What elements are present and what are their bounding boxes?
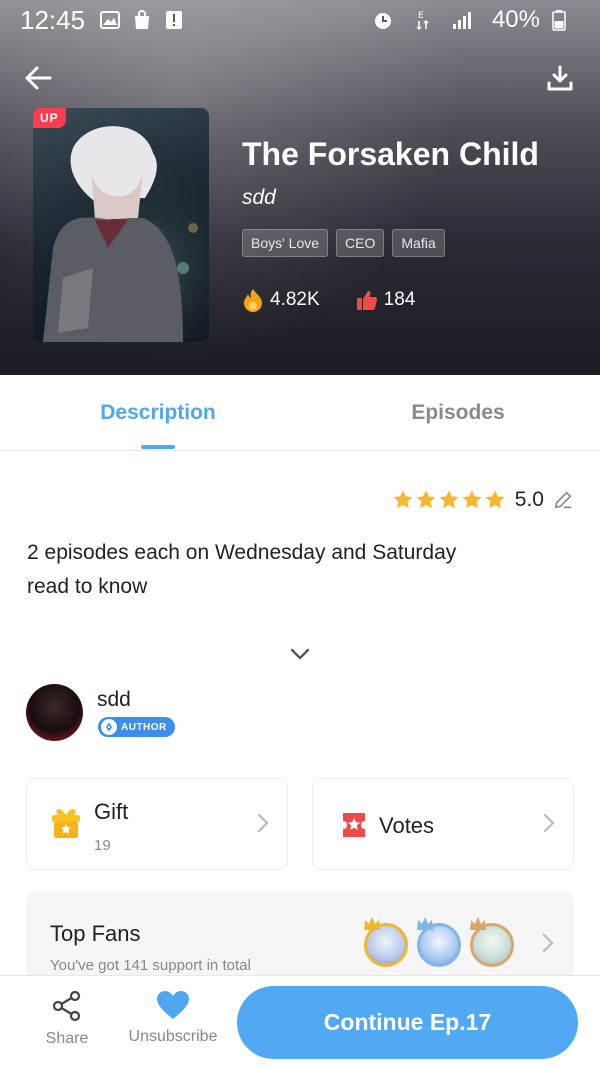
likes-stat: 184 bbox=[356, 289, 416, 311]
comic-header: 12:45 E 40% UP The Forsaken Child sdd Bo… bbox=[0, 0, 600, 375]
author-badge: AUTHOR bbox=[98, 717, 175, 737]
star-icon bbox=[393, 490, 413, 509]
cover-art bbox=[33, 108, 209, 342]
heart-icon bbox=[157, 991, 189, 1019]
top-navigation bbox=[0, 52, 600, 100]
tag[interactable]: Boys' Love bbox=[242, 229, 329, 257]
star-icon bbox=[416, 490, 436, 509]
bottom-action-bar: Share Unsubscribe Continue Ep.17 bbox=[0, 975, 600, 1067]
expand-description-button[interactable] bbox=[286, 640, 314, 668]
top-fans-title: Top Fans bbox=[50, 921, 141, 946]
crown-icon bbox=[364, 917, 380, 930]
active-tab-indicator bbox=[141, 445, 175, 449]
description-line: 2 episodes each on Wednesday and Saturda… bbox=[27, 541, 457, 564]
author-name[interactable]: sdd bbox=[97, 688, 131, 712]
votes-label: Votes bbox=[379, 813, 435, 838]
rating: 5.0 bbox=[392, 488, 574, 512]
tag[interactable]: Mafia bbox=[392, 229, 445, 257]
comic-cover[interactable]: UP bbox=[33, 108, 209, 342]
shopping-bag-icon bbox=[131, 9, 153, 31]
image-notification-icon bbox=[99, 9, 121, 31]
battery-level: 40% bbox=[491, 6, 540, 33]
top-fans-avatars bbox=[355, 917, 514, 967]
alarm-icon bbox=[372, 9, 394, 31]
vote-ticket-icon bbox=[343, 813, 365, 837]
votes-card[interactable]: Votes bbox=[312, 778, 574, 870]
views-stat: 4.82K bbox=[242, 288, 320, 312]
gift-icon bbox=[52, 809, 80, 838]
genre-tags: Boys' Love CEO Mafia bbox=[242, 229, 445, 257]
chevron-right-icon bbox=[543, 813, 555, 833]
alert-icon bbox=[163, 9, 185, 31]
data-transfer-icon: E bbox=[412, 9, 434, 31]
star-icon bbox=[439, 490, 459, 509]
comic-title: The Forsaken Child bbox=[242, 136, 539, 172]
tab-episodes[interactable]: Episodes bbox=[308, 375, 600, 451]
up-badge: UP bbox=[33, 108, 66, 128]
status-bar: 12:45 E 40% bbox=[0, 0, 600, 40]
svg-text:E: E bbox=[418, 11, 424, 21]
arrow-left-icon bbox=[25, 66, 52, 90]
pencil-icon[interactable] bbox=[552, 489, 574, 511]
chevron-down-icon bbox=[290, 648, 310, 660]
gift-count: 19 bbox=[94, 837, 111, 854]
tab-description[interactable]: Description bbox=[8, 375, 308, 451]
pen-icon bbox=[101, 719, 117, 735]
back-button[interactable] bbox=[18, 58, 58, 98]
author-avatar[interactable] bbox=[26, 684, 83, 741]
thumbs-up-icon bbox=[356, 291, 377, 310]
author-badge-label: AUTHOR bbox=[121, 721, 167, 733]
status-time: 12:45 bbox=[20, 4, 86, 35]
gift-label: Gift bbox=[94, 799, 129, 824]
comic-author[interactable]: sdd bbox=[242, 186, 276, 210]
battery-icon bbox=[548, 9, 570, 31]
chevron-right-icon bbox=[257, 813, 269, 833]
likes-count: 184 bbox=[383, 289, 416, 310]
top-fans-subtitle: You've got 141 support in total bbox=[50, 957, 251, 974]
signal-icon bbox=[452, 9, 474, 31]
share-label: Share bbox=[45, 1030, 89, 1047]
fan-avatar[interactable] bbox=[417, 917, 461, 967]
unsubscribe-button[interactable]: Unsubscribe bbox=[124, 990, 222, 1046]
gift-card[interactable]: Gift 19 bbox=[26, 778, 288, 870]
tab-bar: Description Episodes bbox=[0, 375, 600, 451]
fan-avatar[interactable] bbox=[364, 917, 408, 967]
star-icon bbox=[485, 490, 505, 509]
fire-icon bbox=[244, 289, 262, 312]
views-count: 4.82K bbox=[270, 289, 320, 310]
unsubscribe-label: Unsubscribe bbox=[128, 1028, 218, 1045]
fan-avatar[interactable] bbox=[470, 917, 514, 967]
comic-stats: 4.82K 184 bbox=[242, 288, 451, 312]
star-icon bbox=[462, 490, 482, 509]
share-icon bbox=[52, 990, 81, 1022]
rating-value: 5.0 bbox=[514, 488, 544, 511]
chevron-right-icon bbox=[542, 933, 554, 953]
crown-icon bbox=[417, 917, 433, 930]
description-text: 2 episodes each on Wednesday and Saturda… bbox=[27, 536, 573, 604]
tag[interactable]: CEO bbox=[336, 229, 385, 257]
continue-reading-button[interactable]: Continue Ep.17 bbox=[237, 986, 578, 1059]
description-line: read to know bbox=[27, 575, 148, 598]
download-icon bbox=[547, 65, 573, 91]
download-button[interactable] bbox=[540, 58, 580, 98]
crown-icon bbox=[470, 917, 486, 930]
share-button[interactable]: Share bbox=[36, 990, 98, 1048]
